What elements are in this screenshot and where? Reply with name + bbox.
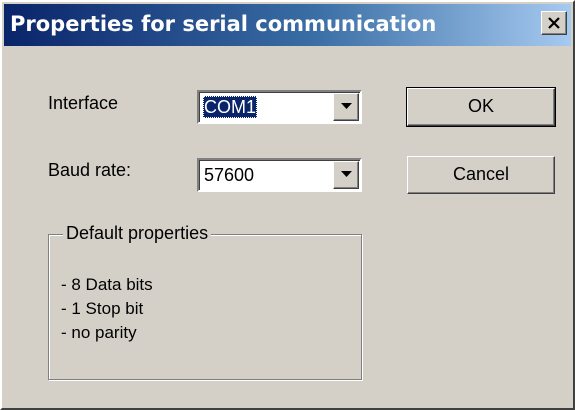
title-bar[interactable]: Properties for serial communication [4, 4, 571, 46]
interface-value: COM1 [203, 96, 258, 118]
baud-rate-label: Baud rate: [48, 160, 132, 180]
baud-rate-dropdown-button[interactable] [333, 161, 359, 189]
close-button[interactable] [541, 11, 567, 35]
serial-properties-dialog: Properties for serial communication Inte… [0, 0, 575, 410]
cancel-button[interactable]: Cancel [407, 156, 555, 194]
baud-rate-value: 57600 [204, 165, 255, 185]
baud-rate-select[interactable]: 57600 [197, 158, 362, 192]
interface-label: Interface [48, 93, 119, 113]
chevron-down-icon [341, 171, 352, 177]
close-icon [548, 17, 560, 29]
window-title: Properties for serial communication [10, 12, 437, 36]
interface-dropdown-button[interactable] [333, 93, 359, 121]
property-stop-bit: - 1 Stop bit [61, 299, 144, 318]
default-properties-group: Default properties - 8 Data bits - 1 Sto… [48, 223, 362, 380]
ok-button-label: OK [467, 96, 494, 116]
cancel-button-label: Cancel [452, 164, 510, 184]
property-parity: - no parity [61, 323, 137, 342]
property-data-bits: - 8 Data bits [61, 275, 153, 294]
group-title: Default properties [63, 223, 212, 244]
interface-select[interactable]: COM1 [197, 90, 362, 124]
chevron-down-icon [341, 103, 352, 109]
ok-button[interactable]: OK [406, 87, 556, 127]
